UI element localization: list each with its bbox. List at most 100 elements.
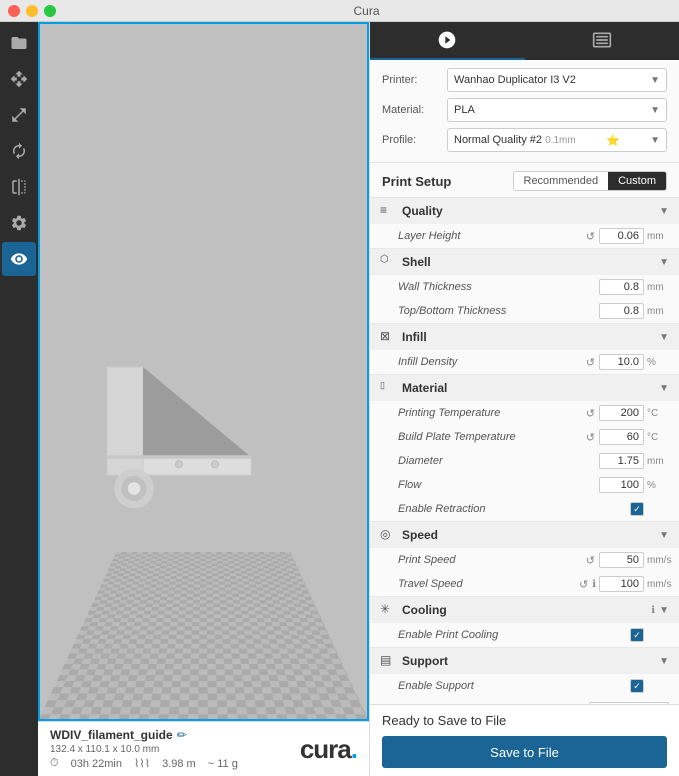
support-title: Support [402, 654, 659, 668]
cooling-info[interactable]: ℹ [651, 605, 655, 616]
build-plate-temp-value[interactable]: 60 [599, 429, 644, 445]
profile-dropdown-arrow: ▼ [650, 135, 660, 146]
tab-preview[interactable] [525, 22, 679, 60]
right-panel: Printer: Wanhao Duplicator I3 V2 ▼ Mater… [369, 22, 679, 776]
support-chevron: ▼ [659, 656, 669, 667]
speed-header[interactable]: ◎ Speed ▼ [370, 522, 679, 548]
main-layout: WDIV_filament_guide ✏ 132.4 x 110.1 x 10… [0, 22, 679, 776]
view-mode-button[interactable] [2, 242, 36, 276]
infill-density-value[interactable]: 10.0 [599, 354, 644, 370]
bottom-info-bar: WDIV_filament_guide ✏ 132.4 x 110.1 x 10… [38, 721, 369, 776]
titlebar: Cura [0, 0, 679, 22]
device-selectors: Printer: Wanhao Duplicator I3 V2 ▼ Mater… [370, 60, 679, 163]
material-dropdown-arrow: ▼ [650, 105, 660, 116]
printer-label: Printer: [382, 74, 447, 86]
support-header[interactable]: ▤ Support ▼ [370, 648, 679, 674]
enable-support-row: Enable Support ✓ [370, 674, 679, 698]
material-section-title: Material [402, 381, 659, 395]
flow-row: Flow 100 % [370, 473, 679, 497]
filament-length: 3.98 m [162, 758, 196, 770]
material-section-chevron: ▼ [659, 383, 669, 394]
print-setup-title: Print Setup [382, 174, 451, 189]
custom-toggle[interactable]: Custom [608, 172, 666, 190]
cura-logo: cura. [300, 734, 357, 765]
top-bottom-label: Top/Bottom Thickness [398, 305, 599, 317]
print-speed-row: Print Speed ↺ 50 mm/s [370, 548, 679, 572]
quality-header[interactable]: ≡ Quality ▼ [370, 198, 679, 224]
speed-title: Speed [402, 528, 659, 542]
mirror-button[interactable] [2, 170, 36, 204]
tab-prepare[interactable] [370, 22, 525, 60]
checkerboard-floor [38, 552, 369, 721]
shell-chevron: ▼ [659, 257, 669, 268]
viewport[interactable]: WDIV_filament_guide ✏ 132.4 x 110.1 x 10… [38, 22, 369, 776]
quality-section: ≡ Quality ▼ Layer Height ↺ 0.06 mm [370, 198, 679, 249]
action-bar: Ready to Save to File Save to File [370, 704, 679, 776]
enable-cooling-checkbox[interactable]: ✓ [630, 628, 644, 642]
cooling-section: ✳ Cooling ℹ ▼ Enable Print Cooling ✓ [370, 597, 679, 648]
recommended-toggle[interactable]: Recommended [514, 172, 609, 190]
flow-value[interactable]: 100 [599, 477, 644, 493]
cooling-chevron: ▼ [659, 605, 669, 616]
layer-height-row: Layer Height ↺ 0.06 mm [370, 224, 679, 248]
print-speed-reset[interactable]: ↺ [586, 554, 595, 567]
material-dropdown[interactable]: PLA ▼ [447, 98, 667, 122]
printing-temp-reset[interactable]: ↺ [586, 407, 595, 420]
travel-speed-info[interactable]: ℹ [592, 579, 596, 590]
left-toolbar [0, 22, 38, 776]
travel-speed-value[interactable]: 100 [599, 576, 644, 592]
quality-chevron: ▼ [659, 206, 669, 217]
scale-button[interactable] [2, 98, 36, 132]
top-bottom-value[interactable]: 0.8 [599, 303, 644, 319]
minimize-button[interactable] [26, 5, 38, 17]
3d-canvas[interactable] [38, 22, 369, 721]
printing-temp-value[interactable]: 200 [599, 405, 644, 421]
diameter-value[interactable]: 1.75 [599, 453, 644, 469]
edit-filename-icon[interactable]: ✏ [177, 728, 187, 742]
profile-dropdown[interactable]: Normal Quality #2 0.1mm ⭐ ▼ [447, 128, 667, 152]
cooling-header[interactable]: ✳ Cooling ℹ ▼ [370, 597, 679, 623]
cooling-title: Cooling [402, 603, 651, 617]
printing-temp-unit: °C [647, 408, 669, 419]
cura-dot: . [351, 734, 357, 764]
wall-thickness-value[interactable]: 0.8 [599, 279, 644, 295]
shell-section: ⬡ Shell ▼ Wall Thickness 0.8 mm Top/Bott… [370, 249, 679, 324]
build-plate-temp-row: Build Plate Temperature ↺ 60 °C [370, 425, 679, 449]
material-section-header[interactable]: ▯ Material ▼ [370, 375, 679, 401]
infill-chevron: ▼ [659, 332, 669, 343]
3d-object[interactable] [88, 331, 288, 511]
move-button[interactable] [2, 62, 36, 96]
layer-height-value[interactable]: 0.06 [599, 228, 644, 244]
printer-dropdown-arrow: ▼ [650, 75, 660, 86]
maximize-button[interactable] [44, 5, 56, 17]
printer-row: Printer: Wanhao Duplicator I3 V2 ▼ [382, 68, 667, 92]
rotate-button[interactable] [2, 134, 36, 168]
printer-dropdown[interactable]: Wanhao Duplicator I3 V2 ▼ [447, 68, 667, 92]
infill-density-reset[interactable]: ↺ [586, 356, 595, 369]
enable-cooling-row: Enable Print Cooling ✓ [370, 623, 679, 647]
enable-retraction-checkbox[interactable]: ✓ [630, 502, 644, 516]
layer-height-reset[interactable]: ↺ [586, 230, 595, 243]
enable-support-checkbox[interactable]: ✓ [630, 679, 644, 693]
enable-retraction-row: Enable Retraction ✓ [370, 497, 679, 521]
print-speed-label: Print Speed [398, 554, 586, 566]
speed-section: ◎ Speed ▼ Print Speed ↺ 50 mm/s Travel S… [370, 522, 679, 597]
infill-density-row: Infill Density ↺ 10.0 % [370, 350, 679, 374]
infill-header[interactable]: ⊠ Infill ▼ [370, 324, 679, 350]
close-button[interactable] [8, 5, 20, 17]
shell-header[interactable]: ⬡ Shell ▼ [370, 249, 679, 275]
infill-density-label: Infill Density [398, 356, 586, 368]
diameter-unit: mm [647, 456, 669, 467]
settings-button[interactable] [2, 206, 36, 240]
build-plate-temp-label: Build Plate Temperature [398, 431, 586, 443]
print-speed-value[interactable]: 50 [599, 552, 644, 568]
cooling-icon: ✳ [380, 602, 396, 618]
open-file-button[interactable] [2, 26, 36, 60]
support-section: ▤ Support ▼ Enable Support ✓ Support Pla… [370, 648, 679, 704]
save-to-file-button[interactable]: Save to File [382, 736, 667, 768]
travel-speed-reset[interactable]: ↺ [579, 578, 588, 591]
top-bottom-unit: mm [647, 306, 669, 317]
infill-section: ⊠ Infill ▼ Infill Density ↺ 10.0 % [370, 324, 679, 375]
build-plate-temp-reset[interactable]: ↺ [586, 431, 595, 444]
support-icon: ▤ [380, 653, 396, 669]
